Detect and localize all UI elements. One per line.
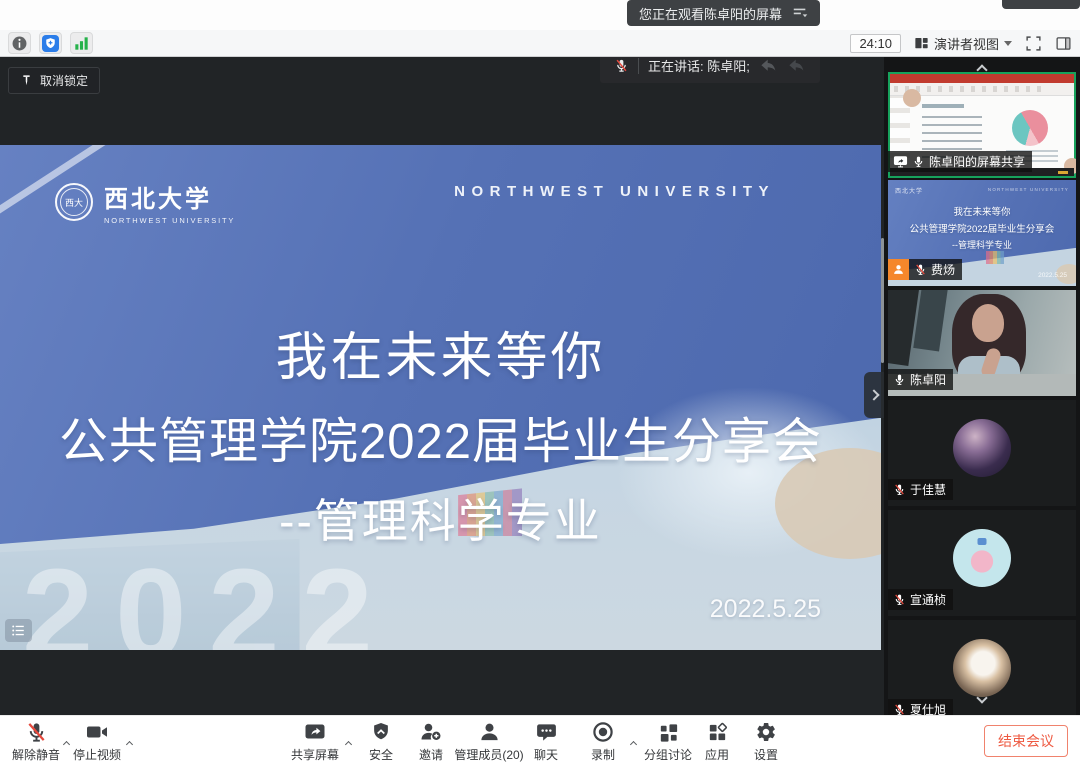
list-icon bbox=[11, 624, 26, 637]
participant-tile-feiyang[interactable]: 西北大学 NORTHWEST UNIVERSITY 我在未来等你 公共管理学院2… bbox=[888, 180, 1076, 286]
network-quality-button[interactable] bbox=[70, 32, 93, 54]
university-name-cn: 西北大学 bbox=[104, 179, 235, 214]
view-mode-selector[interactable]: 演讲者视图 bbox=[914, 34, 1012, 53]
slide-title: 我在未来等你 公共管理学院2022届毕业生分享会 --管理科学专业 bbox=[0, 315, 881, 551]
mic-muted-icon bbox=[614, 58, 629, 73]
slide-title-line2: 公共管理学院2022届毕业生分享会 bbox=[0, 402, 881, 473]
participant-label: 陈卓阳的屏幕共享 bbox=[888, 151, 1032, 172]
gear-icon bbox=[755, 721, 777, 743]
participant-name: 夏仕旭 bbox=[910, 701, 946, 715]
speaking-status-banner: 正在讲话: 陈卓阳; bbox=[600, 57, 820, 83]
meeting-window: 您正在观看陈卓阳的屏幕 bbox=[0, 0, 1080, 764]
person-plus-icon bbox=[419, 720, 443, 744]
slide-date: 2022.5.25 bbox=[710, 595, 821, 624]
chevron-right-icon bbox=[868, 389, 879, 400]
participant-tile-chenzhuoyang[interactable]: 陈卓阳 bbox=[888, 290, 1076, 396]
watch-banner[interactable]: 您正在观看陈卓阳的屏幕 bbox=[627, 0, 820, 26]
presentation-slide: 西大 西北大学 NORTHWEST UNIVERSITY NORTHWEST U… bbox=[0, 145, 881, 650]
camera-icon bbox=[85, 720, 109, 744]
divider bbox=[638, 58, 639, 74]
bottom-toolbar: 解除静音 停止视频 共享屏幕 安全 bbox=[0, 715, 1080, 764]
mic-muted-icon bbox=[893, 703, 906, 715]
security-shield-button[interactable] bbox=[39, 32, 62, 54]
chevron-down-icon bbox=[1004, 41, 1012, 46]
end-meeting-button[interactable]: 结束会议 bbox=[984, 725, 1068, 757]
participant-name: 于佳慧 bbox=[910, 481, 946, 498]
speaking-label: 正在讲话: 陈卓阳; bbox=[648, 57, 750, 75]
slide-title-line1: 我在未来等你 bbox=[0, 315, 881, 390]
signal-bars-icon bbox=[73, 35, 90, 52]
sidebar-collapse-button[interactable] bbox=[864, 372, 884, 418]
participant-label: 宣通桢 bbox=[888, 589, 953, 610]
participant-label: 夏仕旭 bbox=[888, 699, 953, 715]
participant-label: 于佳慧 bbox=[888, 479, 953, 500]
top-right-notch bbox=[1002, 0, 1080, 9]
meeting-timer: 24:10 bbox=[850, 34, 901, 53]
mic-muted-icon bbox=[25, 721, 48, 744]
annotation-tools-button[interactable] bbox=[5, 619, 32, 642]
avatar bbox=[953, 529, 1011, 587]
share-screen-icon bbox=[303, 720, 327, 744]
scroll-up-button[interactable] bbox=[978, 61, 986, 79]
meeting-toolbar: 24:10 演讲者视图 bbox=[0, 30, 1080, 57]
participant-tile-xuantongzhen[interactable]: 宣通桢 bbox=[888, 510, 1076, 616]
banner-menu-icon[interactable] bbox=[792, 6, 808, 20]
record-icon bbox=[591, 720, 615, 744]
annotation-undo-icon[interactable] bbox=[787, 58, 806, 74]
mic-muted-icon bbox=[914, 263, 927, 276]
top-strip: 您正在观看陈卓阳的屏幕 bbox=[0, 0, 1080, 30]
participant-name: 费炀 bbox=[931, 261, 955, 278]
shield-plus-icon bbox=[42, 35, 59, 52]
participant-name: 陈卓阳的屏幕共享 bbox=[929, 153, 1025, 170]
thumbnail-pie-chart bbox=[1012, 110, 1048, 146]
pin-icon bbox=[20, 73, 33, 88]
participants-sidebar: 陈卓阳的屏幕共享 西北大学 NORTHWEST UNIVERSITY 我在未来等… bbox=[884, 57, 1080, 715]
slide-header-text: NORTHWEST UNIVERSITY bbox=[454, 183, 775, 200]
screen-share-icon bbox=[893, 155, 908, 168]
participant-tile-screenshare[interactable]: 陈卓阳的屏幕共享 bbox=[888, 72, 1076, 178]
mic-muted-icon bbox=[893, 593, 906, 606]
university-logo: 西大 西北大学 NORTHWEST UNIVERSITY bbox=[55, 179, 235, 225]
layout-icon bbox=[914, 36, 929, 51]
unpin-label: 取消锁定 bbox=[40, 72, 88, 89]
participant-label: 陈卓阳 bbox=[888, 369, 953, 390]
unpin-button[interactable]: 取消锁定 bbox=[8, 67, 100, 94]
university-name-en: NORTHWEST UNIVERSITY bbox=[104, 216, 235, 225]
video-options-chevron[interactable] bbox=[127, 734, 132, 752]
fullscreen-button[interactable] bbox=[1025, 35, 1042, 52]
mic-muted-icon bbox=[893, 483, 906, 496]
presenter-badge-icon bbox=[888, 259, 909, 280]
annotation-arrow-icon[interactable] bbox=[759, 58, 778, 74]
scroll-down-button[interactable] bbox=[978, 689, 986, 707]
side-panel-toggle-button[interactable] bbox=[1055, 35, 1072, 52]
participant-label: 费炀 bbox=[888, 259, 962, 280]
slide-year-watermark: 2022 bbox=[22, 541, 395, 650]
info-icon bbox=[11, 35, 28, 52]
participant-name: 陈卓阳 bbox=[910, 371, 946, 388]
shared-screen-stage: 取消锁定 正在讲话: 陈卓阳; bbox=[0, 57, 884, 715]
university-seal-icon: 西大 bbox=[55, 183, 93, 221]
meeting-info-button[interactable] bbox=[8, 32, 31, 54]
participant-name: 宣通桢 bbox=[910, 591, 946, 608]
mic-on-icon bbox=[912, 155, 925, 168]
watch-banner-text: 您正在观看陈卓阳的屏幕 bbox=[639, 4, 782, 23]
avatar bbox=[953, 419, 1011, 477]
sidebar-scrollbar[interactable] bbox=[881, 238, 884, 363]
participant-tile-yujiahui[interactable]: 于佳慧 bbox=[888, 400, 1076, 506]
settings-button[interactable]: 设置 bbox=[718, 720, 814, 763]
mic-on-icon bbox=[893, 373, 906, 386]
view-mode-label: 演讲者视图 bbox=[934, 34, 999, 53]
